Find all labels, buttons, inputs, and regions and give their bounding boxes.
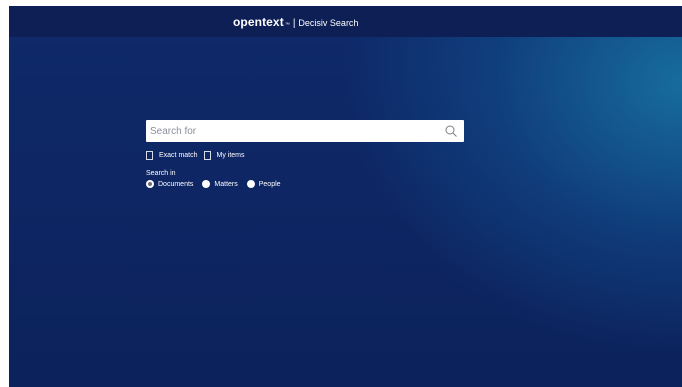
header-bar: opentext ™ | Decisiv Search <box>9 6 682 37</box>
exact-match-label: Exact match <box>159 152 198 159</box>
search-input[interactable] <box>146 120 440 142</box>
exact-match-checkbox[interactable] <box>146 151 153 160</box>
brand: opentext ™ | Decisiv Search <box>233 15 358 29</box>
documents-radio[interactable] <box>146 180 154 188</box>
product-name: Decisiv Search <box>298 18 359 28</box>
app-frame: opentext ™ | Decisiv Search Exact match … <box>9 6 682 387</box>
search-options: Exact match My items <box>146 151 251 160</box>
my-items-label: My items <box>216 152 245 159</box>
my-items-checkbox[interactable] <box>203 151 211 160</box>
search-in-label: Search in <box>146 170 176 177</box>
matters-label: Matters <box>214 180 238 188</box>
opentext-logo: opentext <box>233 15 284 29</box>
people-label: People <box>258 180 281 188</box>
people-radio[interactable] <box>246 180 255 188</box>
brand-separator: | <box>292 18 296 29</box>
documents-label: Documents <box>158 180 194 188</box>
trademark-mark: ™ <box>284 22 290 28</box>
search-icon[interactable] <box>444 124 458 138</box>
search-in-options: Documents Matters People <box>146 180 290 188</box>
search-box <box>146 120 464 142</box>
matters-radio[interactable] <box>202 180 211 188</box>
